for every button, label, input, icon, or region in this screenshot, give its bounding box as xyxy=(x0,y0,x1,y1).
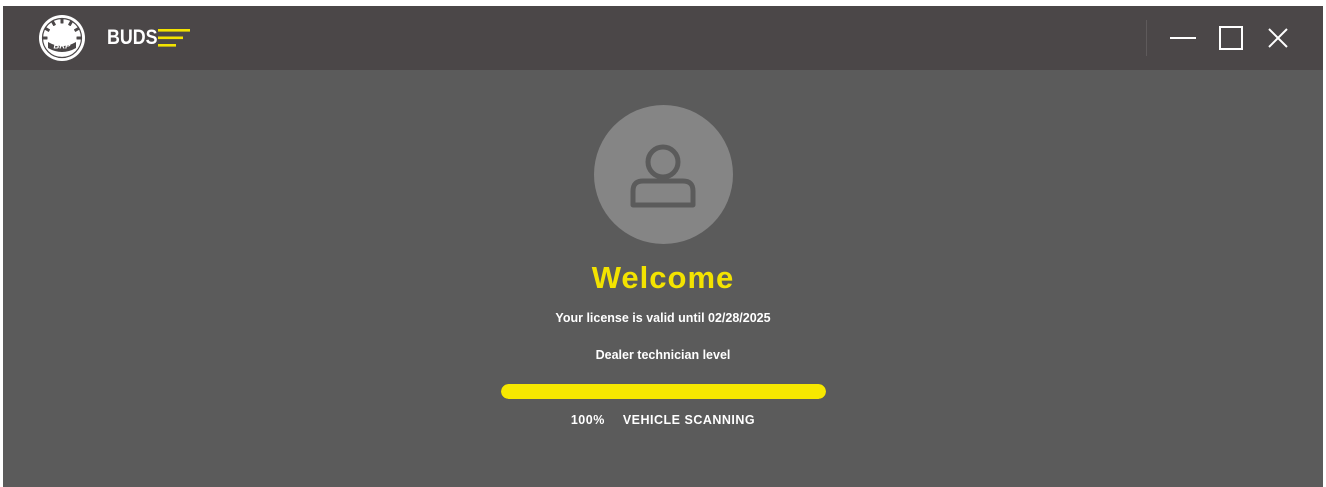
titlebar-divider xyxy=(1146,20,1147,56)
minimize-icon[interactable] xyxy=(1165,20,1201,56)
welcome-heading: Welcome xyxy=(591,260,735,295)
hamburger-menu-icon[interactable] xyxy=(158,27,190,49)
app-title: BUDS xyxy=(107,26,158,49)
logo-text: BRP xyxy=(54,42,72,51)
progress-status-label: VEHICLE SCANNING xyxy=(622,413,756,427)
avatar xyxy=(594,105,733,244)
user-icon xyxy=(630,144,696,208)
brp-logo-icon[interactable]: BRP xyxy=(38,14,86,62)
title-bar: BRP BUDS xyxy=(3,6,1323,70)
license-text: Your license is valid until 02/28/2025 xyxy=(555,311,771,325)
app-window: BRP BUDS Welcome Your license is valid u… xyxy=(3,6,1323,487)
technician-level-text: Dealer technician level xyxy=(595,348,731,362)
progress-percent: 100% xyxy=(570,413,605,427)
progress-bar xyxy=(501,384,826,399)
scan-status: 100% VEHICLE SCANNING xyxy=(3,413,1323,427)
close-icon[interactable] xyxy=(1260,20,1296,56)
progress-bar-fill xyxy=(501,384,826,399)
maximize-icon[interactable] xyxy=(1213,20,1249,56)
